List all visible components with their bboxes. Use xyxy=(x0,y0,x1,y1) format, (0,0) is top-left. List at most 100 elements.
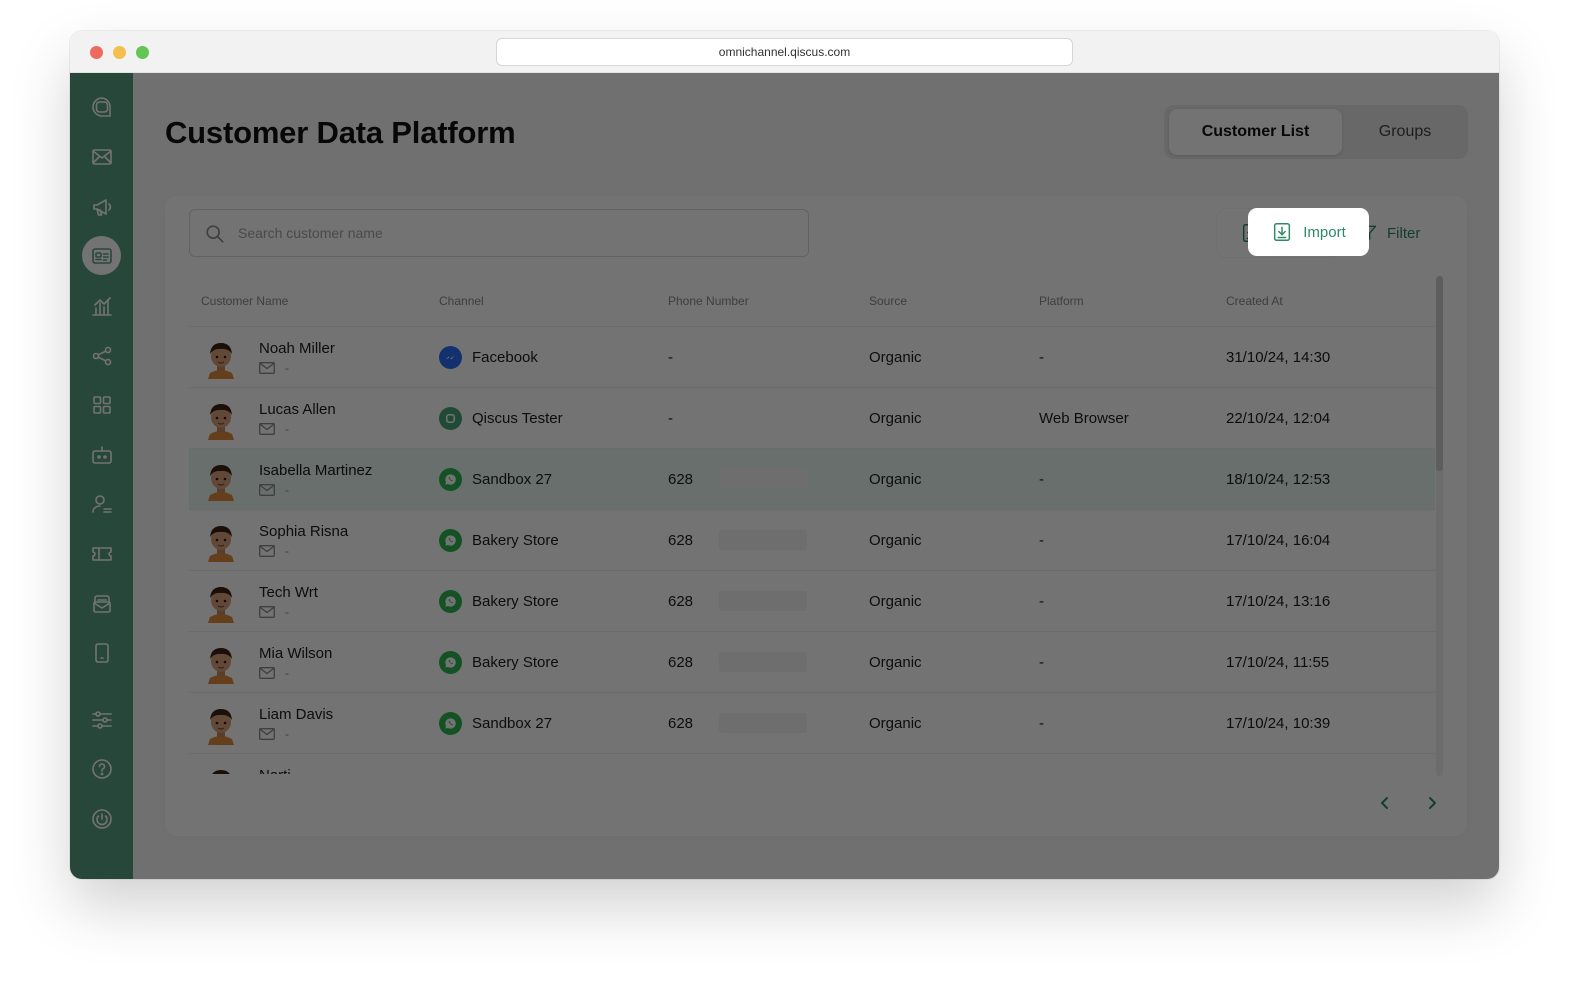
import-button-highlight[interactable]: Import xyxy=(1248,208,1369,256)
channel-name: Bakery Store xyxy=(472,531,559,549)
table-row[interactable]: Mia Wilson - Bakery Store 628 Organic - 17/10/… xyxy=(189,631,1435,692)
whatsapp-icon xyxy=(439,528,462,552)
mobile-device-icon[interactable] xyxy=(82,633,121,672)
avatar xyxy=(204,520,238,562)
created-at: 17/10/24, 13:16 xyxy=(1226,593,1331,610)
column-header-phone-number[interactable]: Phone Number xyxy=(668,294,749,308)
channel-cell: Bakery Store xyxy=(439,650,559,674)
phone-redaction xyxy=(719,591,807,611)
previous-page-button[interactable] xyxy=(1371,789,1399,817)
whatsapp-icon xyxy=(439,650,462,674)
help-icon[interactable] xyxy=(82,749,121,788)
customer-name[interactable]: Mia Wilson xyxy=(259,645,332,662)
ticket-icon[interactable] xyxy=(82,534,121,573)
avatar xyxy=(204,459,238,501)
phone-redaction xyxy=(719,469,807,489)
channel-name: Sandbox 27 xyxy=(472,470,553,488)
source: Organic xyxy=(869,349,922,366)
customer-email: - xyxy=(259,605,289,619)
column-header-channel[interactable]: Channel xyxy=(439,294,484,308)
tab-customer-list[interactable]: Customer List xyxy=(1169,109,1342,155)
agent-user-icon[interactable] xyxy=(82,484,121,523)
customer-table-body: Noah Miller - Facebook - Organic - 31/10/24, 1… xyxy=(189,326,1435,774)
source: Organic xyxy=(869,532,922,549)
phone-number: - xyxy=(668,349,673,366)
table-row[interactable]: Noah Miller - Facebook - Organic - 31/10/24, 1… xyxy=(189,326,1435,387)
customer-email: - xyxy=(259,727,289,741)
customer-email-value: - xyxy=(285,483,289,497)
customer-table-card: Import Filter Customer Name Channel Phon… xyxy=(165,196,1467,836)
avatar xyxy=(204,642,238,684)
messenger-icon xyxy=(439,345,462,369)
import-label: Import xyxy=(1303,223,1346,241)
channel-cell: Qiscus Tester xyxy=(439,406,563,430)
settings-sliders-icon[interactable] xyxy=(82,700,121,739)
customer-name[interactable]: Lucas Allen xyxy=(259,401,336,418)
channel-name: Bakery Store xyxy=(472,653,559,671)
apps-grid-icon[interactable] xyxy=(82,385,121,424)
filter-label: Filter xyxy=(1387,224,1421,242)
customer-email: - xyxy=(259,544,289,558)
column-header-source[interactable]: Source xyxy=(869,294,907,308)
qiscus-icon xyxy=(439,406,462,430)
table-row[interactable]: Narti xyxy=(189,753,1435,774)
column-header-created-at[interactable]: Created At xyxy=(1226,294,1283,308)
customer-name[interactable]: Liam Davis xyxy=(259,706,333,723)
column-header-platform[interactable]: Platform xyxy=(1039,294,1084,308)
mailbox-icon[interactable] xyxy=(82,584,121,623)
megaphone-icon[interactable] xyxy=(82,187,121,226)
customer-name[interactable]: Isabella Martinez xyxy=(259,462,372,479)
customer-email-value: - xyxy=(285,666,289,680)
phone-number: - xyxy=(668,410,673,427)
platform: - xyxy=(1039,715,1044,732)
contact-card-icon[interactable] xyxy=(82,236,121,275)
platform: - xyxy=(1039,471,1044,488)
close-window-button[interactable] xyxy=(90,46,103,59)
chat-logo-icon[interactable] xyxy=(82,87,121,126)
column-header-customer-name[interactable]: Customer Name xyxy=(201,294,288,308)
channel-cell: Bakery Store xyxy=(439,589,559,613)
source: Organic xyxy=(869,654,922,671)
customer-email: - xyxy=(259,361,289,375)
customer-name[interactable]: Noah Miller xyxy=(259,340,335,357)
inbox-icon[interactable] xyxy=(82,137,121,176)
customer-name[interactable]: Sophia Risna xyxy=(259,523,348,540)
channel-cell: Bakery Store xyxy=(439,528,559,552)
main-content: Customer Data Platform Customer List Gro… xyxy=(133,73,1499,879)
integration-share-icon[interactable] xyxy=(82,336,121,375)
customer-email-value: - xyxy=(285,605,289,619)
table-row[interactable]: Liam Davis - Sandbox 27 628 Organic - 17/10/24… xyxy=(189,692,1435,753)
search-box[interactable] xyxy=(189,209,809,257)
created-at: 17/10/24, 10:39 xyxy=(1226,715,1331,732)
table-row[interactable]: Isabella Martinez - Sandbox 27 628 Organic - 1… xyxy=(189,448,1435,509)
maximize-window-button[interactable] xyxy=(136,46,149,59)
whatsapp-icon xyxy=(439,589,462,613)
table-row[interactable]: Lucas Allen - Qiscus Tester - Organic Web Bro… xyxy=(189,387,1435,448)
channel-cell: Sandbox 27 xyxy=(439,467,552,491)
customer-email: - xyxy=(259,666,289,680)
table-scrollbar-thumb[interactable] xyxy=(1436,276,1443,471)
address-bar[interactable]: omnichannel.qiscus.com xyxy=(496,38,1073,66)
bot-icon[interactable] xyxy=(82,435,121,474)
table-row[interactable]: Tech Wrt - Bakery Store 628 Organic - 17/10/24… xyxy=(189,570,1435,631)
mail-icon xyxy=(259,667,275,679)
customer-email: - xyxy=(259,483,289,497)
table-row[interactable]: Sophia Risna - Bakery Store 628 Organic - 17/1… xyxy=(189,509,1435,570)
minimize-window-button[interactable] xyxy=(113,46,126,59)
power-icon[interactable] xyxy=(82,799,121,838)
phone-number: 628 xyxy=(668,593,694,610)
phone-redaction xyxy=(719,652,807,672)
platform: - xyxy=(1039,349,1044,366)
analytics-chart-icon[interactable] xyxy=(82,286,121,325)
search-icon xyxy=(204,223,226,245)
whatsapp-icon xyxy=(439,711,462,735)
source: Organic xyxy=(869,715,922,732)
channel-name: Bakery Store xyxy=(472,592,559,610)
search-input[interactable] xyxy=(238,210,798,256)
customer-email-value: - xyxy=(285,422,289,436)
created-at: 22/10/24, 12:04 xyxy=(1226,410,1331,427)
tab-groups[interactable]: Groups xyxy=(1346,109,1464,155)
next-page-button[interactable] xyxy=(1418,789,1446,817)
customer-name[interactable]: Narti xyxy=(259,767,291,774)
customer-name[interactable]: Tech Wrt xyxy=(259,584,318,601)
